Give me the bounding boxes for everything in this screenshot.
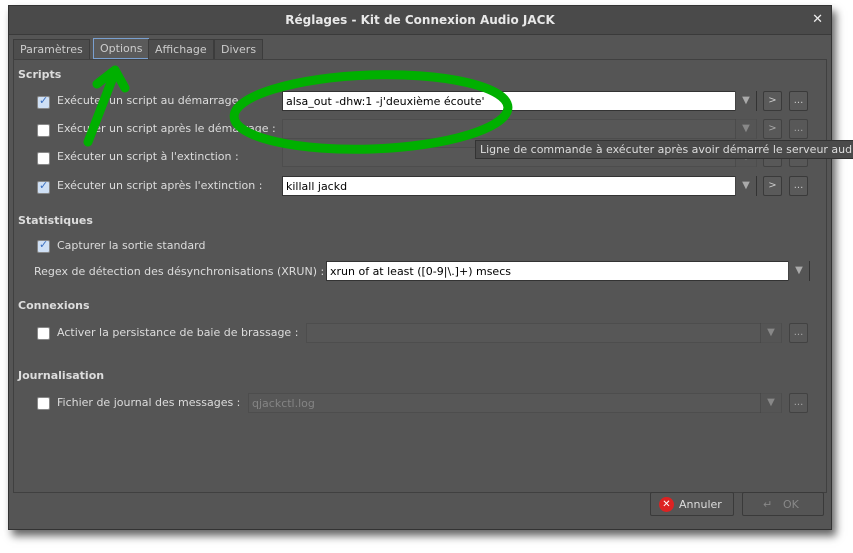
script-dropdown-icon[interactable]: ▼ <box>735 119 756 139</box>
tooltip: Ligne de commande à exécuter après avoir… <box>475 140 853 159</box>
journal-browse-button[interactable]: ... <box>789 393 808 413</box>
close-icon[interactable]: ✕ <box>812 6 823 34</box>
ok-button[interactable]: ↵ OK <box>742 492 824 516</box>
persistance-browse-button[interactable]: ... <box>789 323 808 343</box>
script-label: Exécuter un script à l'extinction : <box>57 150 239 163</box>
script-checkbox[interactable] <box>37 179 50 194</box>
scripts-heading: Scripts <box>18 68 62 81</box>
cancel-button[interactable]: ✕ Annuler <box>650 492 734 516</box>
persistance-dropdown-icon[interactable]: ▼ <box>760 323 781 343</box>
journal-checkbox[interactable] <box>37 397 50 410</box>
regex-dropdown-icon[interactable]: ▼ <box>788 261 809 281</box>
cancel-label: Annuler <box>679 498 722 511</box>
script-dropdown-icon[interactable]: ▼ <box>735 176 756 196</box>
tab-divers[interactable]: Divers <box>214 39 264 60</box>
statistiques-heading: Statistiques <box>18 214 93 227</box>
tab-parametres[interactable]: Paramètres <box>13 39 90 60</box>
script-command-input[interactable]: alsa_out -dhw:1 -j'deuxième écoute' <box>282 91 757 111</box>
journal-input[interactable]: qjackctl.log <box>248 393 782 413</box>
script-label: Exécuter un script au démarrage : <box>57 94 246 107</box>
tab-affichage[interactable]: Affichage <box>148 39 214 60</box>
script-browse-button[interactable]: ... <box>789 176 808 196</box>
script-browse-button[interactable]: ... <box>789 119 808 139</box>
persistance-input[interactable] <box>306 323 782 343</box>
script-symbol-button[interactable]: > <box>763 91 782 111</box>
script-checkbox[interactable] <box>37 94 50 109</box>
tab-options[interactable]: Options <box>93 38 150 59</box>
connexions-heading: Connexions <box>18 299 90 312</box>
script-label: Exécuter un script après l'extinction : <box>57 179 263 192</box>
journal-dropdown-icon[interactable]: ▼ <box>760 393 781 413</box>
script-browse-button[interactable]: ... <box>789 91 808 111</box>
script-command-input[interactable]: killall jackd <box>282 176 757 196</box>
script-symbol-button[interactable]: > <box>763 119 782 139</box>
regex-label: Regex de détection des désynchronisation… <box>34 265 325 278</box>
script-symbol-button[interactable]: > <box>763 176 782 196</box>
ok-label: OK <box>783 498 799 511</box>
script-checkbox[interactable] <box>37 124 50 137</box>
script-label: Exécuter un script après le démarrage : <box>57 122 276 135</box>
window-title: Réglages - Kit de Connexion Audio JACK <box>285 13 555 27</box>
regex-input[interactable]: xrun of at least ([0-9|\.]+) msecs <box>326 261 810 281</box>
persistance-label: Activer la persistance de baie de brassa… <box>57 326 299 339</box>
capture-label: Capturer la sortie standard <box>57 239 206 252</box>
capture-checkbox[interactable] <box>37 238 50 253</box>
script-dropdown-icon[interactable]: ▼ <box>735 91 756 111</box>
script-checkbox[interactable] <box>37 152 50 165</box>
journal-heading: Journalisation <box>18 369 105 382</box>
enter-icon: ↵ <box>763 498 773 511</box>
persistance-checkbox[interactable] <box>37 327 50 340</box>
cancel-icon: ✕ <box>659 497 674 512</box>
title-bar: Réglages - Kit de Connexion Audio JACK ✕ <box>9 6 831 35</box>
journal-label: Fichier de journal des messages : <box>57 396 241 409</box>
script-command-input[interactable] <box>282 119 757 139</box>
